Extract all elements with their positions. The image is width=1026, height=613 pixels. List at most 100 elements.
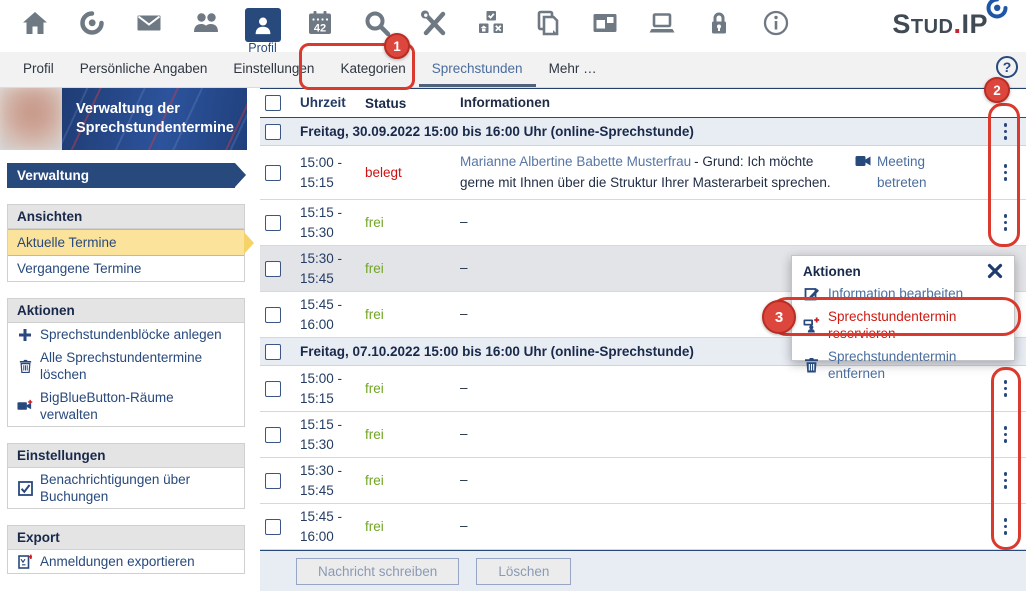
tab-einstellungen[interactable]: Einstellungen — [220, 52, 327, 87]
group-header-label: Freitag, 30.09.2022 15:00 bis 16:00 Uhr … — [300, 124, 985, 139]
sidebar-item-vergangene-termine[interactable]: Vergangene Termine — [8, 256, 244, 281]
row-check-cell — [260, 427, 300, 443]
tab-profil[interactable]: Profil — [10, 52, 67, 87]
row-actions-kebab-icon[interactable] — [998, 210, 1014, 235]
row-checkbox[interactable] — [265, 427, 281, 443]
modules-icon[interactable] — [462, 5, 519, 45]
row-check-cell — [260, 473, 300, 489]
row-checkbox[interactable] — [265, 307, 281, 323]
resources-icon[interactable] — [633, 5, 690, 45]
sidebar-item-aktuelle-termine[interactable]: Aktuelle Termine — [8, 229, 244, 256]
row-time: 15:15 - 15:30 — [300, 415, 365, 454]
sidebar-item-bigbluebutton-r-ume-verwalten[interactable]: BigBlueButton-Räume verwalten — [8, 386, 244, 426]
row-checkbox[interactable] — [265, 261, 281, 277]
row-meeting-cell[interactable]: Meeting betreten — [855, 152, 985, 193]
row-time: 15:30 - 15:45 — [300, 249, 365, 288]
info-icon[interactable] — [747, 5, 804, 45]
popup-item-remove-appointment[interactable]: Sprechstundentermin entfernen — [803, 348, 1003, 382]
tools-icon[interactable] — [405, 5, 462, 45]
column-header-uhrzeit: Uhrzeit — [300, 93, 365, 113]
row-info-empty: – — [460, 472, 468, 487]
actions-popup: Aktionen Information bearbeiten Sprechst… — [791, 255, 1015, 361]
select-all-checkbox[interactable] — [265, 95, 281, 111]
courses-icon[interactable] — [63, 5, 120, 45]
remove-icon — [803, 357, 820, 373]
group-check-cell — [260, 344, 300, 360]
row-actions-kebab-icon[interactable] — [998, 160, 1014, 185]
row-time: 15:00 - 15:15 — [300, 153, 365, 192]
row-status: frei — [365, 307, 460, 322]
lock-icon[interactable] — [690, 5, 747, 45]
tab-sprechstunden[interactable]: Sprechstunden — [419, 52, 536, 87]
edit-icon — [803, 286, 820, 302]
appointment-user-link[interactable]: Marianne Albertine Babette Musterfrau — [460, 154, 691, 169]
row-checkbox[interactable] — [265, 473, 281, 489]
home-icon[interactable] — [6, 5, 63, 45]
delete-button[interactable]: Löschen — [476, 558, 571, 585]
help-icon[interactable]: ? — [996, 56, 1018, 78]
row-actions-kebab-icon[interactable] — [998, 119, 1014, 144]
planner-icon[interactable]: 42 — [291, 5, 348, 45]
row-time: 15:45 - 16:00 — [300, 295, 365, 334]
row-actions-kebab-icon[interactable] — [998, 514, 1014, 539]
sidebar-widget-export: ExportAnmeldungen exportieren — [7, 525, 245, 574]
select-all-cell — [260, 95, 300, 111]
row-actions-kebab-icon[interactable] — [998, 468, 1014, 493]
row-check-cell — [260, 519, 300, 535]
sidebar-item-label: Aktuelle Termine — [17, 234, 117, 251]
popup-item-reserve-appointment[interactable]: Sprechstundentermin reservieren — [803, 308, 1003, 342]
messages-icon[interactable] — [120, 5, 177, 45]
top-toolbar: Profil 42 STUD.IP — [0, 0, 1026, 52]
board-icon[interactable] — [576, 5, 633, 45]
export-icon — [17, 554, 33, 570]
sidebar-item-benachrichtigungen-ber-buchungen[interactable]: Benachrichtigungen über Buchungen — [8, 468, 244, 508]
row-check-cell — [260, 165, 300, 181]
row-status: frei — [365, 215, 460, 230]
table-row: 15:45 - 16:00frei– — [260, 504, 1026, 550]
sidebar-item-label: Vergangene Termine — [17, 260, 141, 277]
row-info-empty: – — [460, 260, 468, 275]
sidebar-item-label: Sprechstundenblöcke anlegen — [40, 326, 222, 343]
row-info-empty: – — [460, 426, 468, 441]
row-time: 15:15 - 15:30 — [300, 203, 365, 242]
search-icon[interactable] — [348, 5, 405, 45]
sidebar-item-anmeldungen-exportieren[interactable]: Anmeldungen exportieren — [8, 550, 244, 573]
row-info-empty: – — [460, 518, 468, 533]
row-checkbox[interactable] — [265, 519, 281, 535]
tab-mehr[interactable]: Mehr … — [536, 52, 610, 87]
files-icon[interactable] — [519, 5, 576, 45]
avatar[interactable] — [0, 88, 62, 150]
row-actions-cell — [985, 468, 1026, 493]
community-icon[interactable] — [177, 5, 234, 45]
row-info: – — [460, 424, 855, 444]
sidebar-item-alle-sprechstundentermine-l-schen[interactable]: Alle Sprechstundentermine löschen — [8, 346, 244, 386]
tab-bar-items: ProfilPersönliche AngabenEinstellungenKa… — [10, 52, 610, 87]
row-checkbox[interactable] — [265, 381, 281, 397]
sidebar: Verwaltung der Sprechstundentermine Verw… — [0, 88, 252, 574]
row-checkbox[interactable] — [265, 165, 281, 181]
row-actions-cell — [985, 210, 1026, 235]
group-checkbox[interactable] — [265, 124, 281, 140]
group-checkbox[interactable] — [265, 344, 281, 360]
tab-pers-nliche-angaben[interactable]: Persönliche Angaben — [67, 52, 221, 87]
sidebar-widgets: AnsichtenAktuelle TermineVergangene Term… — [0, 204, 252, 574]
sidebar-item-sprechstundenbl-cke-anlegen[interactable]: Sprechstundenblöcke anlegen — [8, 323, 244, 346]
meeting-join-link[interactable]: Meeting betreten — [877, 152, 947, 193]
column-header-status: Status — [365, 96, 460, 111]
logo-swirl-icon — [986, 0, 1008, 22]
sidebar-title: Verwaltung der Sprechstundentermine — [62, 88, 247, 150]
table-footer: Nachricht schreiben Löschen — [260, 550, 1026, 591]
table-row: 15:15 - 15:30frei– — [260, 200, 1026, 246]
write-message-button[interactable]: Nachricht schreiben — [296, 558, 459, 585]
toolbar-icons: Profil 42 — [6, 5, 804, 45]
sidebar-nav-verwaltung[interactable]: Verwaltung — [7, 163, 235, 188]
row-actions-kebab-icon[interactable] — [998, 422, 1014, 447]
close-icon[interactable] — [987, 263, 1003, 279]
tab-kategorien[interactable]: Kategorien — [327, 52, 418, 87]
popup-item-edit-information[interactable]: Information bearbeiten — [803, 285, 1003, 302]
row-status: frei — [365, 519, 460, 534]
profile-icon[interactable]: Profil — [234, 5, 291, 45]
row-checkbox[interactable] — [265, 215, 281, 231]
column-header-informationen: Informationen — [460, 93, 855, 113]
row-info: Marianne Albertine Babette Musterfrau- G… — [460, 152, 855, 193]
